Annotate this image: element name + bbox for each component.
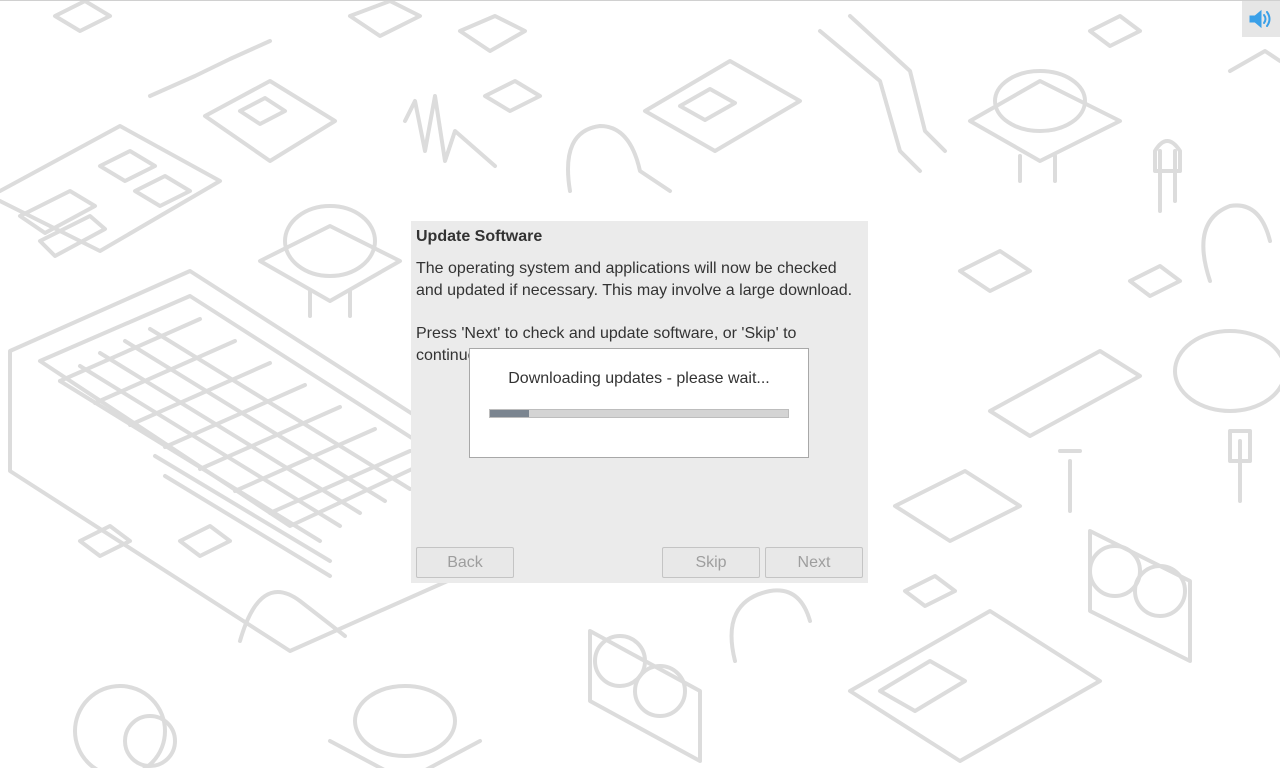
skip-button[interactable]: Skip — [662, 547, 760, 578]
progress-bar — [489, 409, 789, 418]
volume-button[interactable] — [1242, 1, 1280, 37]
back-button[interactable]: Back — [416, 547, 514, 578]
progress-dialog: Downloading updates - please wait... — [469, 348, 809, 458]
speaker-volume-icon — [1249, 9, 1271, 29]
next-button[interactable]: Next — [765, 547, 863, 578]
progress-bar-fill — [490, 410, 529, 417]
description-text: The operating system and applications wi… — [416, 260, 853, 299]
page-title: Update Software — [416, 228, 543, 245]
progress-message: Downloading updates - please wait... — [508, 370, 770, 387]
desktop: Update Software The operating system and… — [0, 0, 1280, 768]
